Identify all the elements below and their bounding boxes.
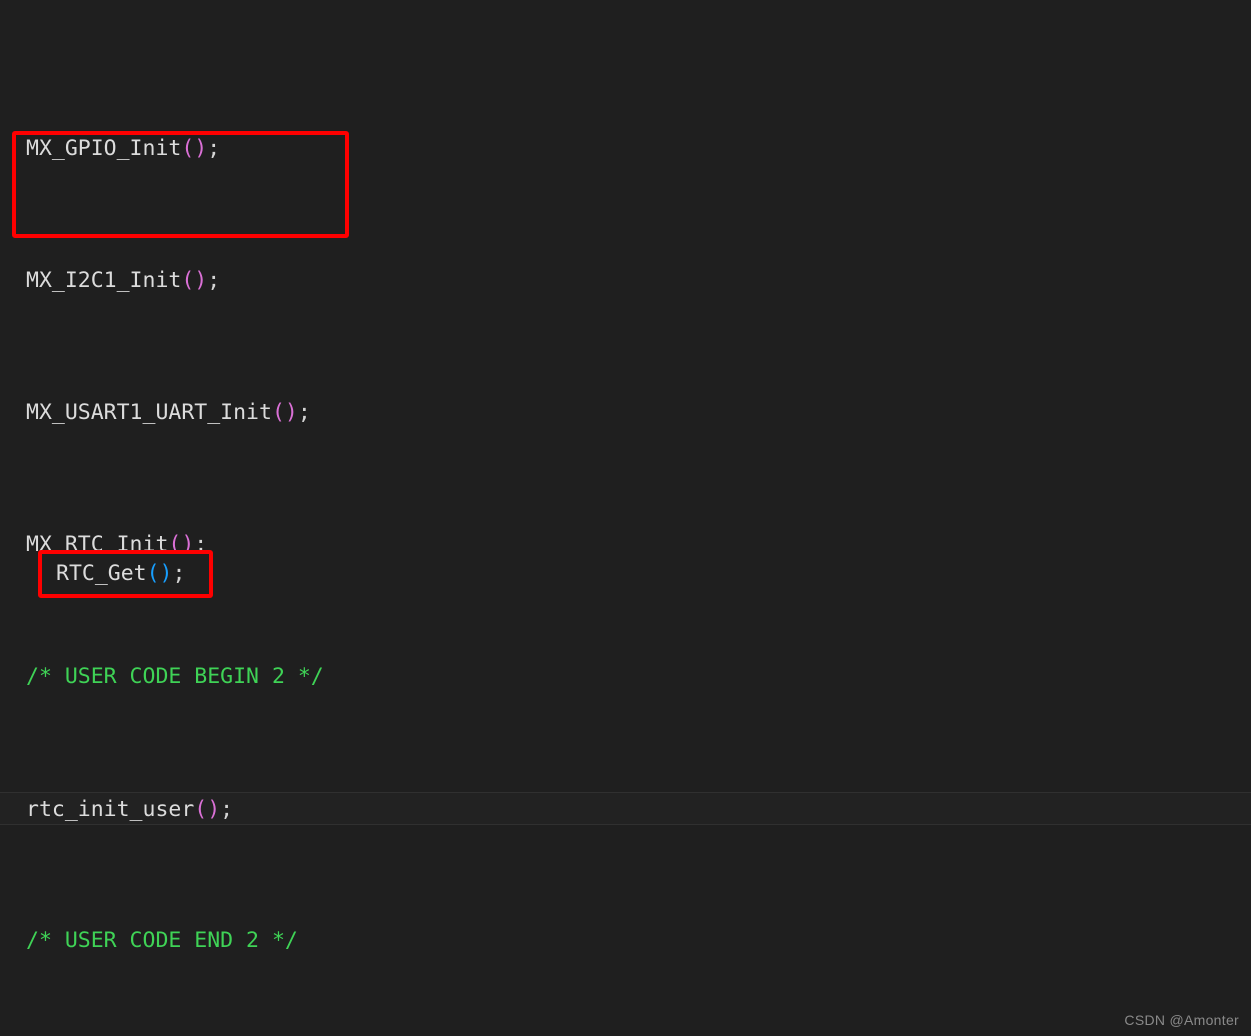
comment-user-code-end-2: /* USER CODE END 2 */ — [26, 928, 298, 953]
code-editor-viewport[interactable]: MX_GPIO_Init(); MX_I2C1_Init(); MX_USART… — [0, 0, 1251, 1036]
code-line-comment[interactable]: /* USER CODE BEGIN 2 */ — [0, 660, 1251, 693]
comment-user-code-begin-2: /* USER CODE BEGIN 2 */ — [26, 664, 324, 689]
code-line[interactable]: MX_USART1_UART_Init(); — [0, 396, 1251, 429]
code-line-comment[interactable]: /* USER CODE END 2 */ — [0, 924, 1251, 957]
code-line[interactable]: MX_GPIO_Init(); — [0, 132, 1251, 165]
code-line[interactable]: MX_RTC_Init(); — [0, 528, 1251, 561]
code-content[interactable]: MX_GPIO_Init(); MX_I2C1_Init(); MX_USART… — [0, 0, 1251, 1036]
watermark-text: CSDN @Amonter — [1124, 1012, 1239, 1028]
code-line[interactable]: MX_I2C1_Init(); — [0, 264, 1251, 297]
code-line-current[interactable]: rtc_init_user(); — [0, 792, 1251, 825]
